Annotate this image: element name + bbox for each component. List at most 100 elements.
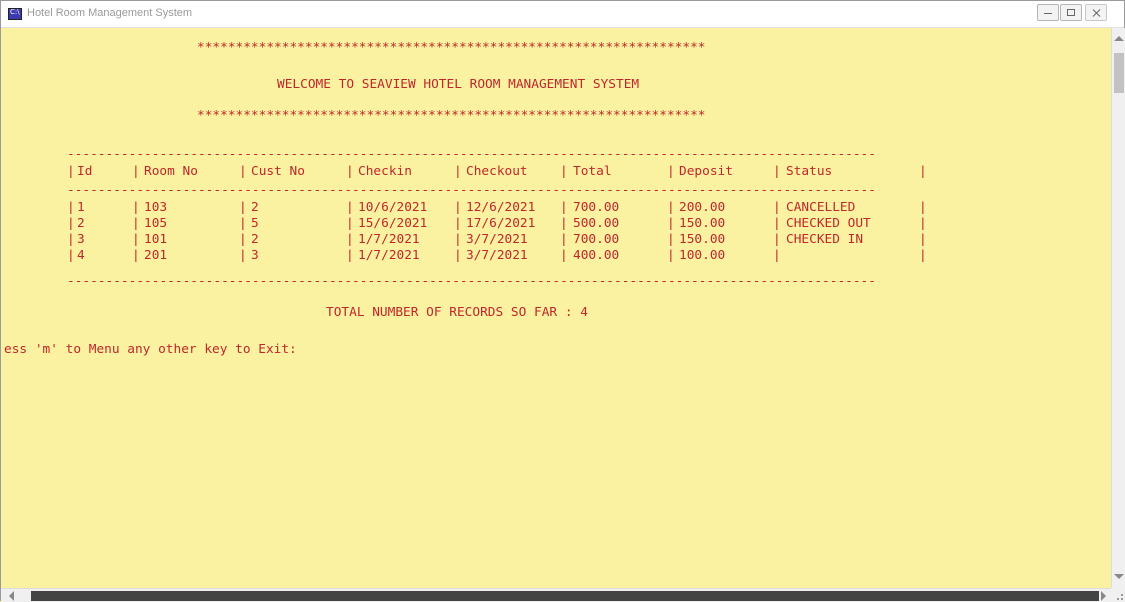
row-separator: | — [346, 216, 354, 231]
vertical-scroll-thumb[interactable] — [1114, 53, 1124, 93]
row-separator: | — [773, 216, 781, 231]
table-cell: CHECKED IN — [786, 232, 864, 247]
column-header: Deposit — [679, 164, 733, 179]
row-separator: | — [67, 232, 75, 247]
title-bar[interactable]: Hotel Room Management System — [1, 1, 1124, 28]
console-output[interactable]: ****************************************… — [1, 28, 1111, 588]
window-title: Hotel Room Management System — [27, 7, 193, 19]
row-separator: | — [239, 200, 247, 215]
horizontal-scroll-thumb[interactable] — [31, 591, 1099, 601]
row-separator: | — [560, 216, 568, 231]
table-cell: 3/7/2021 — [466, 232, 528, 247]
column-header: Room No — [144, 164, 198, 179]
close-button[interactable] — [1085, 4, 1107, 21]
table-cell: 100.00 — [679, 248, 726, 263]
table-cell: 12/6/2021 — [466, 200, 536, 215]
row-separator: | — [239, 216, 247, 231]
console-window: Hotel Room Management System ***********… — [0, 0, 1125, 602]
table-cell: 1 — [77, 200, 85, 215]
welcome-heading: WELCOME TO SEAVIEW HOTEL ROOM MANAGEMENT… — [277, 77, 640, 92]
header-separator: | — [239, 164, 247, 179]
scroll-up-icon[interactable] — [1114, 36, 1124, 41]
header-separator: | — [132, 164, 140, 179]
maximize-button[interactable] — [1060, 4, 1082, 21]
scroll-left-icon[interactable] — [9, 591, 14, 601]
stars-border-bottom: ****************************************… — [197, 108, 706, 123]
table-cell: 101 — [144, 232, 168, 247]
row-separator: | — [346, 248, 354, 263]
row-separator: | — [132, 200, 140, 215]
column-header: Id — [77, 164, 93, 179]
row-separator: | — [132, 216, 140, 231]
row-separator: | — [346, 232, 354, 247]
table-cell: CHECKED OUT — [786, 216, 871, 231]
row-separator: | — [239, 232, 247, 247]
header-separator: | — [773, 164, 781, 179]
table-cell: 4 — [77, 248, 85, 263]
row-separator: | — [919, 248, 927, 263]
table-cell: 150.00 — [679, 216, 726, 231]
horizontal-scrollbar[interactable] — [1, 588, 1111, 602]
vertical-scrollbar[interactable] — [1111, 28, 1125, 588]
minimize-button[interactable] — [1037, 4, 1059, 21]
row-separator: | — [560, 248, 568, 263]
row-separator: | — [773, 232, 781, 247]
row-separator: | — [560, 200, 568, 215]
row-separator: | — [919, 232, 927, 247]
header-separator: | — [560, 164, 568, 179]
row-separator: | — [773, 248, 781, 263]
column-header: Cust No — [251, 164, 305, 179]
row-separator: | — [560, 232, 568, 247]
header-separator: | — [454, 164, 462, 179]
table-header-rule: ----------------------------------------… — [67, 183, 876, 198]
column-header: Status — [786, 164, 833, 179]
row-separator: | — [132, 248, 140, 263]
table-cell: 103 — [144, 200, 168, 215]
table-cell: 105 — [144, 216, 168, 231]
table-top-rule: ----------------------------------------… — [67, 147, 876, 162]
column-header: Checkout — [466, 164, 528, 179]
table-cell: 10/6/2021 — [358, 200, 428, 215]
row-separator: | — [919, 200, 927, 215]
header-separator: | — [346, 164, 354, 179]
table-cell: CANCELLED — [786, 200, 856, 215]
exit-prompt: ess 'm' to Menu any other key to Exit: — [4, 342, 297, 357]
stars-border-top: ****************************************… — [197, 40, 706, 55]
table-cell: 200.00 — [679, 200, 726, 215]
table-cell: 2 — [251, 200, 259, 215]
scroll-right-icon[interactable] — [1101, 591, 1106, 601]
row-separator: | — [773, 200, 781, 215]
table-cell: 17/6/2021 — [466, 216, 536, 231]
table-bottom-rule: ----------------------------------------… — [67, 274, 876, 289]
row-separator: | — [667, 248, 675, 263]
row-separator: | — [454, 200, 462, 215]
table-cell: 1/7/2021 — [358, 232, 420, 247]
table-cell: 3/7/2021 — [466, 248, 528, 263]
header-separator: | — [919, 164, 927, 179]
resize-grip-icon[interactable] — [1111, 588, 1125, 602]
row-separator: | — [667, 200, 675, 215]
row-separator: | — [667, 216, 675, 231]
table-cell: 1/7/2021 — [358, 248, 420, 263]
row-separator: | — [239, 248, 247, 263]
table-cell: 201 — [144, 248, 168, 263]
table-cell: 3 — [77, 232, 85, 247]
table-cell: 2 — [251, 232, 259, 247]
row-separator: | — [919, 216, 927, 231]
scroll-down-icon[interactable] — [1114, 574, 1124, 579]
header-separator: | — [667, 164, 675, 179]
table-cell: 2 — [77, 216, 85, 231]
row-separator: | — [132, 232, 140, 247]
table-cell: 150.00 — [679, 232, 726, 247]
header-separator: | — [67, 164, 75, 179]
column-header: Total — [573, 164, 612, 179]
table-cell: 3 — [251, 248, 259, 263]
table-cell: 700.00 — [573, 232, 620, 247]
row-separator: | — [67, 248, 75, 263]
row-separator: | — [67, 200, 75, 215]
row-separator: | — [454, 248, 462, 263]
table-cell: 500.00 — [573, 216, 620, 231]
table-cell: 400.00 — [573, 248, 620, 263]
row-separator: | — [454, 232, 462, 247]
console-app-icon[interactable] — [8, 8, 22, 20]
